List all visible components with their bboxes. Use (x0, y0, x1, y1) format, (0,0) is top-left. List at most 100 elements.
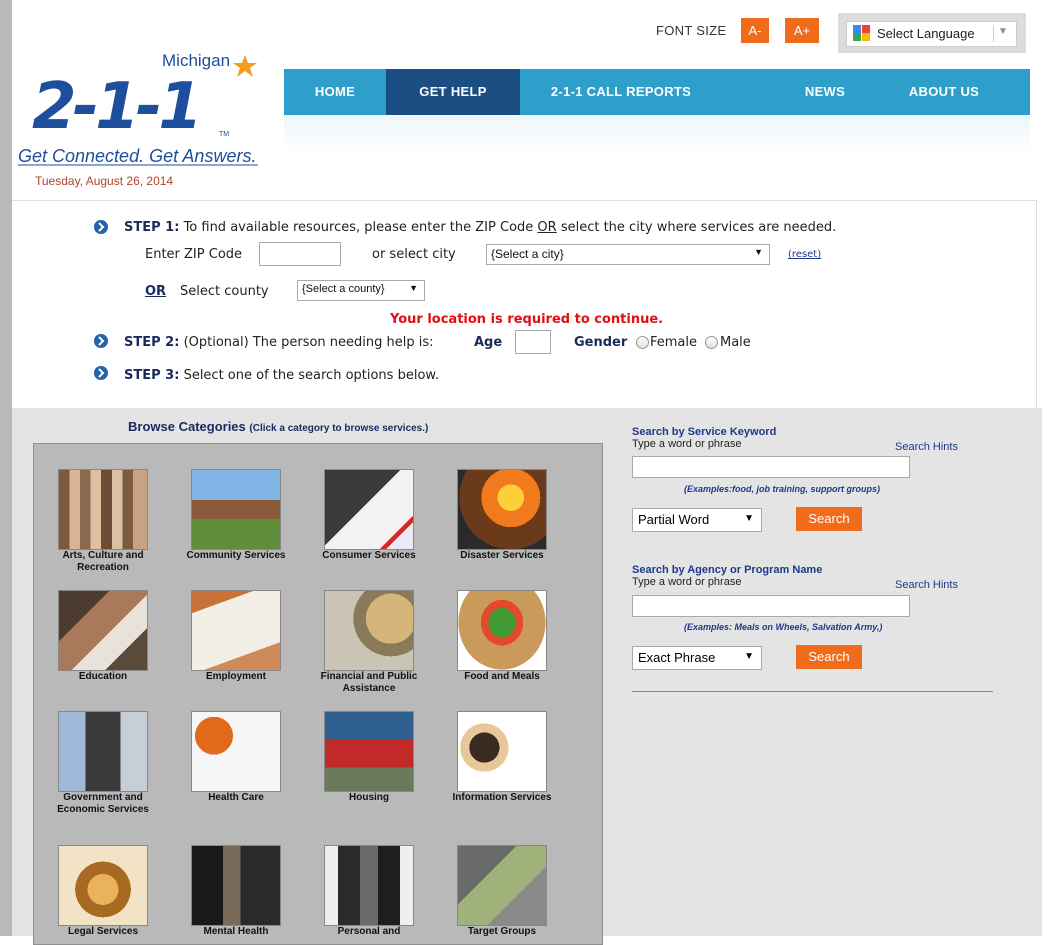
city-select[interactable]: {Select a city} ▼ (486, 244, 770, 265)
nav-call-reports[interactable]: 2-1-1 CALL REPORTS (520, 69, 722, 115)
reset-link[interactable]: (reset) (788, 249, 821, 260)
gender-label: Gender (574, 335, 628, 350)
employment-image (191, 590, 281, 671)
category-government[interactable]: Government and Economic Services (38, 711, 168, 816)
category-mental-health[interactable]: Mental Health (171, 845, 301, 938)
page-edge (0, 0, 12, 936)
age-label: Age (474, 335, 503, 350)
or-label: OR (145, 284, 167, 299)
zip-label: Enter ZIP Code (145, 247, 243, 262)
female-radio[interactable] (636, 336, 649, 349)
keyword-search-input[interactable] (632, 456, 910, 478)
arrow-right-icon (94, 366, 108, 380)
logo-star-icon (233, 55, 257, 77)
age-input[interactable] (515, 330, 551, 354)
category-legal[interactable]: Legal Services (38, 845, 168, 938)
health-care-image (191, 711, 281, 792)
zip-code-input[interactable] (259, 242, 341, 266)
community-image (191, 469, 281, 550)
nav-home[interactable]: HOME (284, 69, 386, 115)
category-grid: Arts, Culture and Recreation Community S… (33, 443, 603, 945)
nav-get-help[interactable]: GET HELP (386, 69, 520, 115)
nav-news[interactable]: NEWS (776, 69, 874, 115)
step1-label: STEP 1: (124, 220, 180, 235)
arrow-right-icon (94, 334, 108, 348)
male-label: Male (720, 335, 751, 350)
agency-search-input[interactable] (632, 595, 910, 617)
food-image (457, 590, 547, 671)
category-community[interactable]: Community Services (171, 469, 301, 562)
education-image (58, 590, 148, 671)
category-employment[interactable]: Employment (171, 590, 301, 683)
browse-categories-heading: Browse Categories (Click a category to b… (128, 419, 428, 434)
step3-text: Select one of the search options below. (183, 368, 439, 383)
arrow-right-icon (94, 220, 108, 234)
agency-search-hints-link[interactable]: Search Hints (895, 579, 958, 591)
county-select[interactable]: {Select a county} ▼ (297, 280, 425, 301)
category-disaster[interactable]: Disaster Services (437, 469, 567, 562)
agency-mode-select[interactable]: Exact Phrase ▼ (632, 646, 762, 670)
male-radio[interactable] (705, 336, 718, 349)
location-required-message: Your location is required to continue. (390, 312, 664, 327)
information-image (457, 711, 547, 792)
keyword-search-heading: Search by Service Keyword (632, 426, 777, 438)
chevron-down-icon: ▼ (744, 651, 754, 662)
category-personal[interactable]: Personal and (304, 845, 434, 938)
agency-mode-value: Exact Phrase (638, 650, 716, 665)
chevron-down-icon: ▼ (754, 247, 763, 257)
agency-search-subtitle: Type a word or phrase (632, 576, 742, 588)
female-label: Female (650, 335, 698, 350)
step1-text: To find available resources, please ente… (183, 220, 534, 235)
step2-line: STEP 2: (Optional) The person needing he… (124, 335, 434, 350)
main-nav: HOME GET HELP 2-1-1 CALL REPORTS NEWS AB… (284, 69, 1030, 115)
font-size-label: FONT SIZE (656, 23, 727, 38)
step1-text2: select the city where services are neede… (560, 220, 837, 235)
category-consumer[interactable]: Consumer Services (304, 469, 434, 562)
font-decrease-button[interactable]: A- (741, 18, 769, 43)
language-widget: Select Language ▼ (838, 13, 1026, 53)
nav-about-us[interactable]: ABOUT US (884, 69, 1004, 115)
personal-image (324, 845, 414, 926)
logo-number: 2-1-1 (32, 70, 199, 144)
chevron-down-icon: ▼ (998, 26, 1008, 37)
financial-image (324, 590, 414, 671)
keyword-mode-select[interactable]: Partial Word ▼ (632, 508, 762, 532)
current-date: Tuesday, August 26, 2014 (35, 174, 174, 188)
housing-image (324, 711, 414, 792)
agency-search-heading: Search by Agency or Program Name (632, 564, 823, 576)
agency-search-button[interactable]: Search (796, 645, 862, 669)
site-logo[interactable]: Michigan 2-1-1 TM Get Connected. Get Ans… (12, 6, 284, 169)
divider (632, 691, 993, 692)
category-food[interactable]: Food and Meals (437, 590, 567, 683)
county-label: Select county (180, 284, 269, 299)
keyword-search-hints-link[interactable]: Search Hints (895, 441, 958, 453)
search-options: Browse Categories (Click a category to b… (12, 408, 1042, 945)
category-arts[interactable]: Arts, Culture and Recreation (38, 469, 168, 574)
chevron-down-icon: ▼ (744, 513, 754, 524)
category-information[interactable]: Information Services (437, 711, 567, 804)
category-financial[interactable]: Financial and Public Assistance (304, 590, 434, 695)
search-steps: STEP 1: To find available resources, ple… (12, 200, 1037, 409)
category-health-care[interactable]: Health Care (171, 711, 301, 804)
category-housing[interactable]: Housing (304, 711, 434, 804)
language-select-label: Select Language (877, 26, 975, 41)
language-select[interactable]: Select Language ▼ (846, 21, 1017, 47)
google-translate-icon (853, 25, 871, 44)
browse-title: Browse Categories (128, 419, 246, 434)
step1-line: STEP 1: To find available resources, ple… (124, 220, 836, 235)
chevron-down-icon: ▼ (409, 283, 418, 293)
mental-health-image (191, 845, 281, 926)
keyword-search-subtitle: Type a word or phrase (632, 438, 742, 450)
legal-image (58, 845, 148, 926)
step2-label: STEP 2: (124, 335, 180, 350)
category-target-groups[interactable]: Target Groups (437, 845, 567, 938)
keyword-examples: (Examples:food, job training, support gr… (684, 484, 880, 494)
category-education[interactable]: Education (38, 590, 168, 683)
logo-state: Michigan (162, 51, 230, 70)
keyword-mode-value: Partial Word (638, 512, 710, 527)
step3-label: STEP 3: (124, 368, 180, 383)
county-select-value: {Select a county} (302, 283, 385, 295)
step2-text: (Optional) The person needing help is: (183, 335, 434, 350)
font-increase-button[interactable]: A+ (785, 18, 819, 43)
keyword-search-button[interactable]: Search (796, 507, 862, 531)
